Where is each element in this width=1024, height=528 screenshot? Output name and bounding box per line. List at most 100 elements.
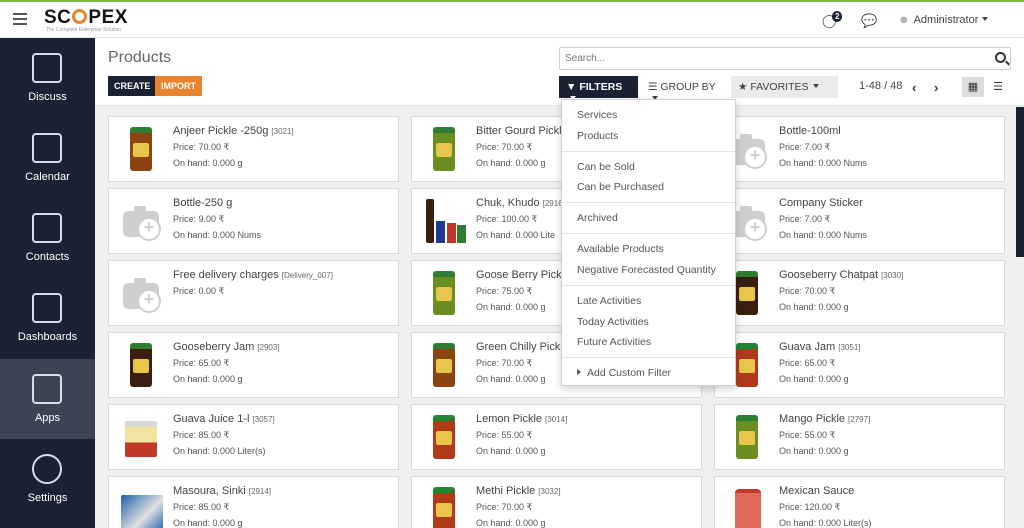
import-button[interactable]: IMPORT (155, 76, 202, 96)
sidebar-item-settings[interactable]: Settings (0, 439, 95, 519)
sidebar-item-dashboards[interactable]: Dashboards (0, 278, 95, 358)
group-by-button[interactable]: ☰ GROUP BY (641, 76, 729, 100)
logo-ring-icon (72, 9, 88, 24)
product-image (725, 413, 769, 463)
product-card[interactable]: Mango Pickle [2797] Price: 55.00 ₹ On hand:… (714, 404, 1005, 470)
sidebar-item-contacts[interactable]: Contacts (0, 198, 95, 278)
product-on-hand: On hand: 0.000 Liter(s) (173, 446, 266, 456)
filter-archived[interactable]: Archived (562, 208, 735, 229)
product-name: Masoura, Sinki [2914] (173, 485, 271, 497)
product-name: Lemon Pickle [3014] (476, 413, 567, 425)
favorites-caret-icon (812, 84, 819, 88)
product-name-text: Chuk, Khudo (476, 197, 540, 209)
add-custom-filter[interactable]: Add Custom Filter (562, 363, 735, 384)
user-name: Administrator (913, 14, 979, 26)
group-by-label: GROUP BY (660, 81, 716, 93)
add-custom-filter-label: Add Custom Filter (587, 367, 672, 380)
product-name: Free delivery charges [Delivery_007] (173, 269, 333, 281)
product-card[interactable]: Anjeer Pickle -250g [3021] Price: 70.00 ₹ O… (108, 116, 399, 182)
product-card[interactable]: Methi Pickle [3032] Price: 70.00 ₹ On hand:… (411, 476, 702, 528)
product-name-text: Methi Pickle (476, 485, 536, 497)
page-title: Products (108, 49, 172, 66)
favorites-label: FAVORITES (750, 81, 809, 93)
product-image (422, 341, 466, 391)
app-sidebar: Discuss Calendar Contacts Dashboards App… (0, 38, 95, 528)
sidebar-item-calendar[interactable]: Calendar (0, 118, 95, 198)
chat-icon[interactable]: 💬 (861, 13, 877, 29)
apps-icon (32, 374, 62, 404)
product-price: Price: 85.00 ₹ (173, 430, 230, 440)
product-card[interactable]: Masoura, Sinki [2914] Price: 85.00 ₹ On han… (108, 476, 399, 528)
filter-can-be-sold[interactable]: Can be Sold (562, 157, 735, 178)
product-on-hand: On hand: 0.000 g (173, 374, 243, 384)
product-on-hand: On hand: 0.000 g (779, 446, 849, 456)
filters-button[interactable]: ▼ FILTERS (559, 76, 638, 100)
expand-triangle-icon (577, 369, 581, 376)
product-reference: [3057] (252, 415, 275, 424)
filter-services[interactable]: Services (562, 105, 735, 126)
product-on-hand: On hand: 0.000 Nums (779, 158, 868, 168)
product-image (119, 341, 163, 391)
dashboards-icon (32, 293, 62, 323)
menu-toggle-icon[interactable] (13, 13, 27, 25)
product-on-hand: On hand: 0.000 g (476, 446, 546, 456)
product-on-hand: On hand: 0.000 g (476, 158, 546, 168)
product-card[interactable]: Guava Juice 1-l [3057] Price: 85.00 ₹ On ha… (108, 404, 399, 470)
product-name: Bottle-250 g (173, 197, 232, 209)
company-logo[interactable]: SC PEX (44, 7, 128, 29)
product-on-hand: On hand: 0.000 g (779, 302, 849, 312)
product-price: Price: 70.00 ₹ (779, 286, 836, 296)
product-card[interactable]: Company Sticker Price: 7.00 ₹ On hand: 0.0… (714, 188, 1005, 254)
pager-previous-icon[interactable]: ‹ (912, 80, 916, 95)
product-image (422, 125, 466, 175)
notification-badge: 2 (832, 11, 843, 22)
filter-available-products[interactable]: Available Products (562, 239, 735, 260)
product-price: Price: 9.00 ₹ (173, 214, 225, 224)
kanban-view-icon[interactable]: ▦ (962, 77, 984, 97)
product-price: Price: 65.00 ₹ (173, 358, 230, 368)
product-price: Price: 0.00 ₹ (173, 286, 225, 296)
product-reference: [3032] (538, 487, 561, 496)
scrollbar-thumb[interactable] (1016, 107, 1024, 257)
product-price: Price: 65.00 ₹ (779, 358, 836, 368)
user-menu[interactable]: ☻ Administrator (898, 14, 989, 26)
product-card[interactable]: Guava Jam [3051] Price: 65.00 ₹ On hand: 0.… (714, 332, 1005, 398)
product-name-text: Bitter Gourd Pickl (476, 125, 562, 137)
product-card[interactable]: Gooseberry Jam [2903] Price: 65.00 ₹ On han… (108, 332, 399, 398)
filter-today-activities[interactable]: Today Activities (562, 312, 735, 333)
product-card[interactable]: Mexican Sauce Price: 120.00 ₹ On hand: 0.0… (714, 476, 1005, 528)
filter-can-be-purchased[interactable]: Can be Purchased (562, 177, 735, 198)
product-card[interactable]: Lemon Pickle [3014] Price: 55.00 ₹ On hand:… (411, 404, 702, 470)
contacts-icon (32, 213, 62, 243)
product-price: Price: 7.00 ₹ (779, 142, 831, 152)
product-price: Price: 55.00 ₹ (779, 430, 836, 440)
product-reference: [2797] (848, 415, 871, 424)
search-icon[interactable] (995, 52, 1006, 63)
list-view-icon[interactable]: ☰ (987, 77, 1009, 97)
create-button[interactable]: CREATE (108, 76, 157, 96)
pager-next-icon[interactable]: › (934, 80, 938, 95)
sidebar-item-apps[interactable]: Apps (0, 359, 95, 439)
search-input[interactable] (560, 48, 980, 69)
product-card[interactable]: Bottle-250 g Price: 9.00 ₹ On hand: 0.000 … (108, 188, 399, 254)
filter-late-activities[interactable]: Late Activities (562, 291, 735, 312)
product-card[interactable]: Bottle-100ml Price: 7.00 ₹ On hand: 0.000 … (714, 116, 1005, 182)
product-price: Price: 75.00 ₹ (476, 286, 533, 296)
favorites-button[interactable]: ★ FAVORITES (731, 76, 838, 98)
product-on-hand: On hand: 0.000 Nums (779, 230, 868, 240)
product-card[interactable]: Gooseberry Chatpat [3030] Price: 70.00 ₹ On… (714, 260, 1005, 326)
sidebar-item-label: Apps (34, 412, 61, 424)
sidebar-item-discuss[interactable]: Discuss (0, 38, 95, 118)
pager-value[interactable]: 1-48 / 48 (859, 80, 902, 92)
product-name-text: Guava Jam (779, 341, 836, 353)
filter-products[interactable]: Products (562, 126, 735, 147)
product-name-text: Bottle-100ml (779, 125, 841, 137)
calendar-icon (32, 133, 62, 163)
product-name: Gooseberry Jam [2903] (173, 341, 280, 353)
product-name-text: Company Sticker (779, 197, 863, 209)
product-name: Mango Pickle [2797] (779, 413, 870, 425)
filter-future-activities[interactable]: Future Activities (562, 332, 735, 353)
product-name: Guava Jam [3051] (779, 341, 861, 353)
filter-negative-forecasted-quantity[interactable]: Negative Forecasted Quantity (562, 260, 735, 281)
product-card[interactable]: Free delivery charges[Delivery_007] Price… (108, 260, 399, 326)
